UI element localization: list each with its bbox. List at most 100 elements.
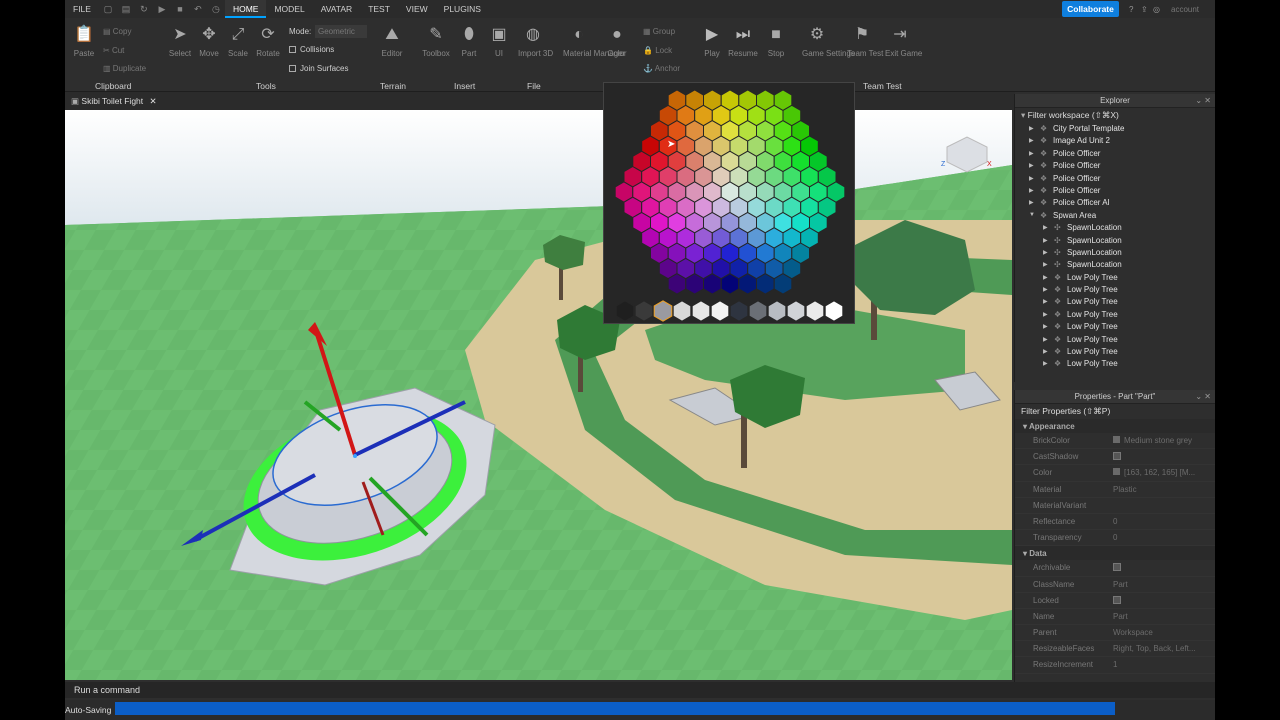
play-button[interactable]: ▶ Play: [697, 24, 727, 58]
explorer-item[interactable]: ▶ ❖ Low Poly Tree: [1015, 346, 1215, 358]
move-button[interactable]: ✥ Move: [194, 24, 224, 58]
explorer-item[interactable]: ▶ ❖ Police Officer: [1015, 148, 1215, 160]
color-swatch[interactable]: [748, 300, 768, 322]
explorer-item[interactable]: ▶ ❖ Police Officer: [1015, 160, 1215, 172]
import-3d-button[interactable]: ◍ Import 3D: [518, 24, 553, 58]
explorer-item[interactable]: ▶ ✣ SpawnLocation: [1015, 222, 1215, 234]
join-surfaces-checkbox[interactable]: [289, 65, 296, 72]
expand-arrow-right-icon[interactable]: ▶: [1043, 249, 1048, 256]
property-row[interactable]: Parent Workspace: [1015, 625, 1215, 642]
expand-arrow-right-icon[interactable]: ▶: [1043, 274, 1048, 281]
new-file-icon[interactable]: ▢: [103, 4, 113, 14]
stop-quick-icon[interactable]: ■: [175, 4, 185, 14]
terrain-editor-button[interactable]: ⛰ Editor: [377, 24, 407, 58]
ui-button[interactable]: ▣ UI: [484, 24, 514, 58]
select-button[interactable]: ➤ Select: [165, 24, 195, 58]
property-row[interactable]: Name Part: [1015, 609, 1215, 626]
explorer-item[interactable]: ▶ ✣ SpawnLocation: [1015, 235, 1215, 247]
expand-arrow-right-icon[interactable]: ▶: [1029, 199, 1034, 206]
expand-arrow-right-icon[interactable]: ▶: [1043, 224, 1048, 231]
explorer-item[interactable]: ▶ ❖ Image Ad Unit 2: [1015, 135, 1215, 147]
collisions-checkbox[interactable]: [289, 46, 296, 53]
document-tab[interactable]: ▣ Skibi Toilet Fight ✕: [71, 96, 157, 107]
color-swatch[interactable]: [824, 300, 844, 322]
redo-icon[interactable]: ↻: [139, 4, 149, 14]
tab-home[interactable]: HOME: [224, 0, 267, 18]
explorer-item[interactable]: ▶ ❖ Police Officer: [1015, 185, 1215, 197]
tab-plugins[interactable]: PLUGINS: [436, 0, 489, 18]
color-swatch[interactable]: [710, 300, 730, 322]
property-value[interactable]: [163, 162, 165] [M...: [1113, 468, 1195, 477]
properties-section-header[interactable]: ▾ Appearance: [1015, 419, 1215, 433]
color-button[interactable]: ● Color: [602, 24, 632, 58]
help-icon[interactable]: ?: [1129, 5, 1133, 14]
lock-button[interactable]: 🔒 Lock: [643, 46, 672, 55]
property-value[interactable]: 0: [1113, 517, 1117, 526]
property-row[interactable]: CastShadow: [1015, 449, 1215, 466]
toolbox-button[interactable]: ✎ Toolbox: [421, 24, 451, 58]
close-panel-icon[interactable]: ⌄ ✕: [1195, 390, 1211, 404]
command-bar[interactable]: Run a command: [65, 682, 1215, 698]
explorer-item[interactable]: ▶ ❖ Police Officer: [1015, 173, 1215, 185]
color-swatch[interactable]: [767, 300, 787, 322]
expand-arrow-right-icon[interactable]: ▶: [1029, 162, 1034, 169]
property-value[interactable]: Workspace: [1113, 628, 1153, 637]
property-row[interactable]: ResizeIncrement 1: [1015, 657, 1215, 674]
rotate-button[interactable]: ⟳ Rotate: [253, 24, 283, 58]
explorer-item[interactable]: ▶ ❖ Low Poly Tree: [1015, 321, 1215, 333]
expand-arrow-right-icon[interactable]: ▶: [1029, 125, 1034, 132]
expand-arrow-right-icon[interactable]: ▶: [1029, 187, 1034, 194]
color-swatch[interactable]: [691, 300, 711, 322]
3d-viewport[interactable]: Z X: [65, 110, 1012, 680]
color-swatch[interactable]: [786, 300, 806, 322]
cut-button[interactable]: ✂ Cut: [103, 46, 124, 55]
expand-arrow-down-icon[interactable]: ▼: [1029, 212, 1035, 218]
tab-model[interactable]: MODEL: [266, 0, 312, 18]
property-value[interactable]: [1113, 595, 1121, 605]
history-icon[interactable]: ◷: [211, 4, 221, 14]
color-swatch[interactable]: [653, 300, 673, 322]
undo-icon[interactable]: ↶: [193, 4, 203, 14]
user-menu[interactable]: account: [1171, 5, 1199, 14]
property-row[interactable]: Archivable: [1015, 560, 1215, 577]
tab-avatar[interactable]: AVATAR: [313, 0, 361, 18]
property-row[interactable]: ResizeableFaces Right, Top, Back, Left...: [1015, 641, 1215, 658]
expand-arrow-right-icon[interactable]: ▶: [1029, 175, 1034, 182]
property-checkbox[interactable]: [1113, 452, 1121, 461]
open-file-icon[interactable]: ▤: [121, 4, 131, 14]
tab-view[interactable]: VIEW: [398, 0, 436, 18]
expand-arrow-right-icon[interactable]: ▶: [1043, 336, 1048, 343]
explorer-item[interactable]: ▶ ❖ Low Poly Tree: [1015, 272, 1215, 284]
property-value[interactable]: Right, Top, Back, Left...: [1113, 644, 1196, 653]
copy-button[interactable]: ▤ Copy: [103, 27, 131, 36]
expand-arrow-right-icon[interactable]: ▶: [1029, 150, 1034, 157]
property-row[interactable]: Locked: [1015, 593, 1215, 609]
resume-button[interactable]: ⏭ Resume: [728, 24, 758, 58]
property-checkbox[interactable]: [1113, 563, 1121, 572]
property-value[interactable]: [1113, 563, 1121, 572]
team-test-button[interactable]: ⚑ Team Test: [847, 24, 883, 58]
property-row[interactable]: ClassName Part: [1015, 577, 1215, 593]
expand-arrow-right-icon[interactable]: ▶: [1043, 237, 1048, 244]
exit-game-button[interactable]: ⇥ Exit Game: [885, 24, 922, 58]
properties-filter-input[interactable]: Filter Properties (⇧⌘P): [1015, 404, 1215, 419]
play-quick-icon[interactable]: ▶: [157, 4, 167, 14]
property-row[interactable]: MaterialVariant: [1015, 498, 1215, 514]
property-row[interactable]: Transparency 0: [1015, 530, 1215, 547]
property-value[interactable]: 0: [1113, 533, 1117, 542]
explorer-item[interactable]: ▼ ❖ Spwan Area: [1015, 210, 1215, 222]
color-swatch[interactable]: [805, 300, 825, 322]
color-swatch[interactable]: [615, 300, 635, 322]
mode-dropdown[interactable]: Geometric: [315, 25, 367, 38]
expand-arrow-right-icon[interactable]: ▶: [1029, 137, 1034, 144]
duplicate-button[interactable]: ▥ Duplicate: [103, 64, 146, 73]
property-value[interactable]: [1113, 452, 1121, 461]
close-panel-icon[interactable]: ⌄ ✕: [1195, 94, 1211, 108]
color-swatch[interactable]: [729, 300, 749, 322]
stop-button[interactable]: ■ Stop: [761, 24, 791, 58]
explorer-item[interactable]: ▶ ❖ Police Officer AI: [1015, 197, 1215, 209]
explorer-item[interactable]: ▶ ❖ Low Poly Tree: [1015, 309, 1215, 321]
close-tab-icon[interactable]: ✕: [150, 96, 157, 106]
share-icon[interactable]: ⇪: [1141, 5, 1148, 14]
explorer-item[interactable]: ▶ ❖ Low Poly Tree: [1015, 296, 1215, 308]
